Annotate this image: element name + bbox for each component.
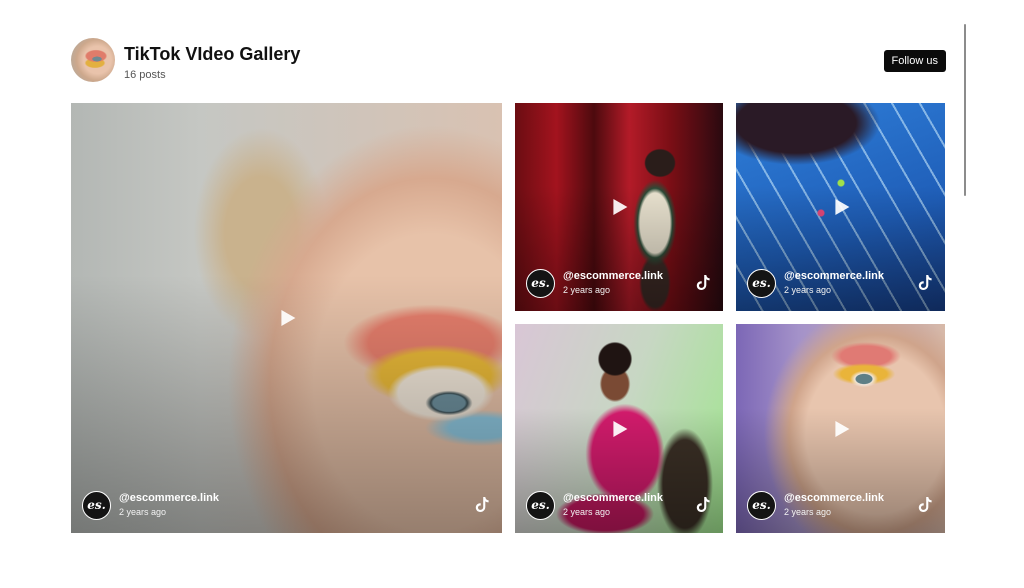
scrollbar[interactable] (964, 24, 966, 196)
video-card-featured[interactable]: es. @escommerce.link 2 years ago (71, 103, 502, 533)
post-time: 2 years ago (563, 507, 611, 517)
post-time: 2 years ago (784, 507, 832, 517)
brand-logo: es. (747, 269, 776, 298)
play-icon[interactable] (280, 310, 295, 326)
account-handle[interactable]: @escommerce.link (784, 492, 884, 504)
post-time: 2 years ago (119, 507, 167, 517)
play-icon[interactable] (613, 199, 628, 215)
post-count: 16 posts (124, 69, 166, 81)
tiktok-icon[interactable] (918, 274, 933, 291)
gallery-header: TikTok VIdeo Gallery 16 posts Follow us (71, 38, 946, 84)
brand-logo: es. (526, 269, 555, 298)
video-card[interactable]: es. @escommerce.link 2 years ago (515, 103, 723, 311)
card-footer: es. @escommerce.link 2 years ago (526, 269, 711, 300)
account-handle[interactable]: @escommerce.link (119, 492, 219, 504)
account-handle[interactable]: @escommerce.link (563, 492, 663, 504)
card-footer: es. @escommerce.link 2 years ago (82, 491, 490, 522)
video-card[interactable]: es. @escommerce.link 2 years ago (736, 103, 945, 311)
post-time: 2 years ago (563, 285, 611, 295)
play-icon[interactable] (613, 420, 628, 437)
tiktok-icon[interactable] (918, 496, 933, 513)
play-icon[interactable] (834, 199, 849, 215)
tiktok-icon[interactable] (475, 496, 490, 513)
gallery-title: TikTok VIdeo Gallery (124, 44, 301, 64)
follow-button[interactable]: Follow us (883, 50, 946, 72)
video-card[interactable]: es. @escommerce.link 2 years ago (515, 324, 723, 533)
brand-logo: es. (747, 491, 776, 520)
tiktok-icon[interactable] (696, 496, 711, 513)
account-handle[interactable]: @escommerce.link (784, 270, 884, 282)
account-handle[interactable]: @escommerce.link (563, 270, 663, 282)
tiktok-icon[interactable] (696, 274, 711, 291)
brand-logo: es. (82, 491, 111, 520)
play-icon[interactable] (834, 420, 849, 437)
card-footer: es. @escommerce.link 2 years ago (526, 491, 711, 522)
card-footer: es. @escommerce.link 2 years ago (747, 491, 933, 522)
video-card[interactable]: es. @escommerce.link 2 years ago (736, 324, 945, 533)
brand-logo: es. (526, 491, 555, 520)
gallery-avatar[interactable] (71, 38, 115, 82)
card-footer: es. @escommerce.link 2 years ago (747, 269, 933, 300)
post-time: 2 years ago (784, 285, 832, 295)
